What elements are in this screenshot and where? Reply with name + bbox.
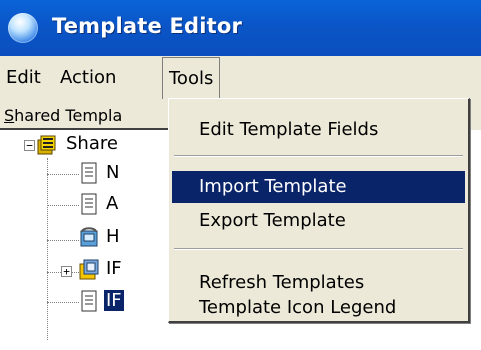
tree-node-label[interactable]: A: [106, 193, 118, 214]
tree-connector: [47, 205, 79, 206]
panel-tab-label: Shared Templa: [4, 106, 122, 125]
tree-connector: [47, 240, 79, 241]
tree-expander[interactable]: −: [24, 140, 35, 151]
menu-tools[interactable]: Tools: [162, 57, 221, 99]
menu-bar: Edit Action Tools: [0, 56, 481, 100]
menu-item-export-template[interactable]: Export Template: [172, 205, 465, 237]
server-icon: [37, 135, 56, 155]
menu-item-edit-template-fields[interactable]: Edit Template Fields: [172, 114, 465, 146]
menu-item-import-template[interactable]: Import Template: [172, 171, 465, 203]
menu-edit[interactable]: Edit: [6, 56, 41, 100]
tree-node-label[interactable]: N: [106, 162, 119, 183]
menu-item-template-icon-legend[interactable]: Template Icon Legend: [172, 292, 465, 324]
phone-icon: [80, 227, 98, 247]
menu-separator: [174, 155, 463, 157]
title-bar[interactable]: Template Editor: [0, 0, 481, 56]
tree-node-label-selected[interactable]: IF: [104, 290, 124, 311]
panel-tab-text: hared Templa: [14, 106, 123, 125]
menu-action[interactable]: Action: [60, 56, 116, 100]
tree-node-label[interactable]: H: [106, 226, 120, 247]
document-icon: [81, 162, 97, 184]
document-icon: [81, 290, 97, 312]
panel-tab-accelerator: S: [4, 106, 15, 125]
tree-connector: [47, 174, 79, 175]
app-globe-icon: [8, 13, 38, 43]
tools-dropdown-menu: Edit Template Fields Import Template Exp…: [168, 98, 470, 323]
tree-expander[interactable]: +: [61, 266, 72, 277]
tree-connector: [47, 158, 48, 340]
tree-node-label[interactable]: Share: [66, 133, 118, 154]
tree-node-label[interactable]: IF: [106, 258, 122, 279]
document-icon: [81, 193, 97, 215]
tree-connector: [47, 302, 79, 303]
document-stack-icon: [79, 259, 99, 280]
menu-separator: [174, 248, 463, 250]
window-title: Template Editor: [52, 14, 243, 38]
